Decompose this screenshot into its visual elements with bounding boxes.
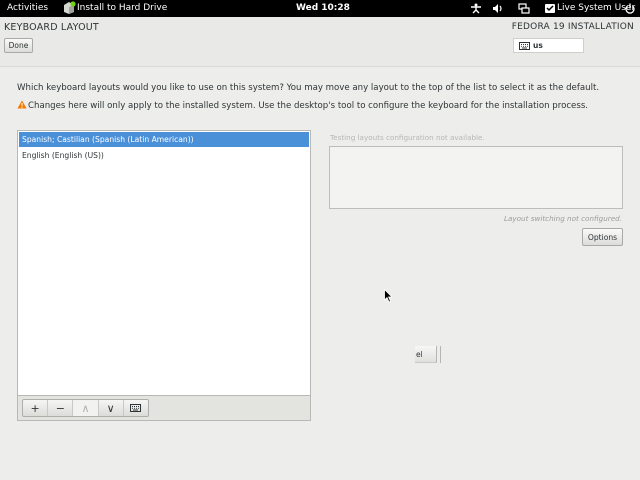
keyboard-icon (130, 404, 142, 412)
layouts-list[interactable]: Spanish; Castilian (Spanish (Latin Ameri… (17, 130, 311, 396)
app-menu-label: Install to Hard Drive (77, 3, 168, 13)
move-down-button[interactable]: ∨ (97, 400, 123, 416)
layouts-toolbar-buttons: + − ∧ ∨ (22, 399, 149, 417)
warning-text: Changes here will only apply to the inst… (28, 101, 589, 111)
partial-button[interactable]: el (415, 346, 437, 363)
app-menu[interactable]: Install to Hard Drive (62, 1, 168, 15)
warning-message: Changes here will only apply to the inst… (17, 100, 588, 111)
warning-icon (17, 100, 27, 109)
done-button[interactable]: Done (4, 38, 33, 53)
network-icon[interactable] (518, 3, 530, 14)
minus-icon: − (55, 401, 65, 415)
testing-unavailable-label: Testing layouts configuration not availa… (330, 133, 485, 142)
top-panel: Activities Install to Hard Drive Wed 10:… (0, 0, 640, 17)
layout-question-text: Which keyboard layouts would you like to… (17, 83, 600, 93)
volume-icon[interactable] (492, 3, 504, 14)
user-menu[interactable]: Live System User (544, 2, 635, 15)
preview-layout-button[interactable] (122, 400, 148, 416)
page-title: KEYBOARD LAYOUT (4, 22, 99, 33)
move-up-button[interactable]: ∧ (72, 400, 98, 416)
options-button[interactable]: Options (582, 228, 623, 246)
keyboard-indicator-label: us (533, 41, 543, 50)
chevron-up-icon: ∧ (81, 401, 90, 415)
plus-icon: + (30, 401, 40, 415)
partial-button-divider (440, 346, 441, 363)
keyboard-icon (519, 42, 530, 50)
layouts-toolbar: + − ∧ ∨ (17, 396, 311, 421)
clock[interactable]: Wed 10:28 (296, 2, 350, 15)
chevron-down-icon: ∨ (106, 401, 115, 415)
remove-layout-button[interactable]: − (47, 400, 72, 416)
layout-switching-label: Layout switching not configured. (503, 214, 622, 223)
keyboard-layout-indicator[interactable]: us (513, 38, 584, 53)
installer-icon (64, 1, 76, 14)
add-layout-button[interactable]: + (23, 400, 47, 416)
layout-list-item-spanish[interactable]: Spanish; Castilian (Spanish (Latin Ameri… (19, 132, 309, 147)
activities-button[interactable]: Activities (7, 2, 48, 15)
mouse-pointer-icon (384, 289, 393, 303)
power-icon[interactable] (624, 3, 636, 14)
installation-title: FEDORA 19 INSTALLATION (511, 22, 634, 32)
accessibility-icon[interactable] (470, 3, 482, 14)
layout-test-area[interactable] (329, 146, 623, 209)
spoke-header: KEYBOARD LAYOUT Done FEDORA 19 INSTALLAT… (0, 17, 640, 67)
layout-list-item-english[interactable]: English (English (US)) (19, 148, 309, 163)
